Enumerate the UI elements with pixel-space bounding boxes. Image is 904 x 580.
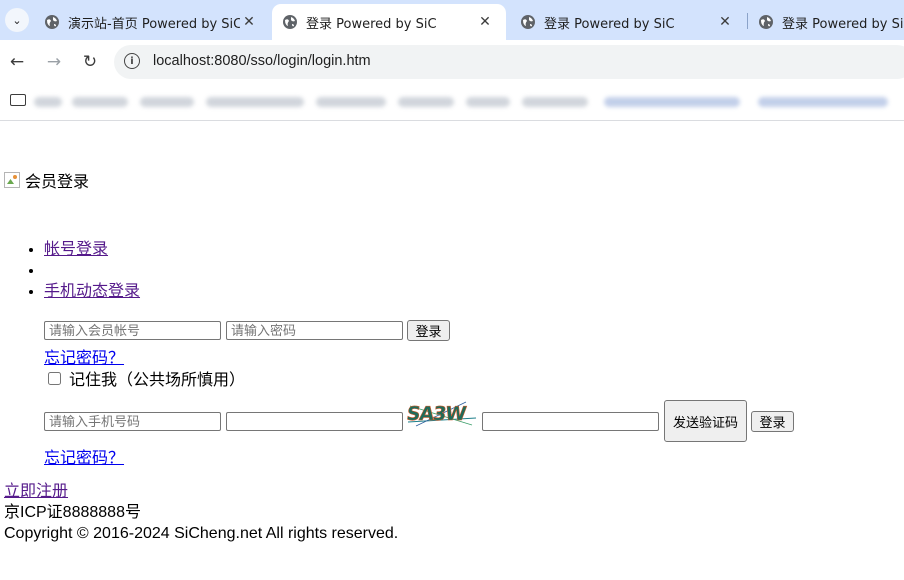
reload-button[interactable]: ↻ <box>78 50 102 74</box>
close-icon[interactable]: ✕ <box>240 14 258 30</box>
url-text: localhost:8080/sso/login/login.htm <box>153 53 371 69</box>
arrow-right-icon: → <box>46 52 62 72</box>
remember-me[interactable]: 记住我（公共场所慎用） <box>48 366 245 390</box>
tab-title: 登录 Powered by SiC <box>782 16 904 32</box>
browser-toolbar: ← → ↻ i localhost:8080/sso/login/login.h… <box>0 40 904 84</box>
copyright-text: Copyright © 2016-2024 SiCheng.net All ri… <box>4 525 399 542</box>
tab-title: 登录 Powered by SiC <box>544 16 675 32</box>
tab-strip: ⌄ 演示站-首页 Powered by SiC ✕ 登录 Powered by … <box>0 0 904 40</box>
tab-item: 手机动态登录 <box>44 281 140 302</box>
tab-home[interactable]: 演示站-首页 Powered by SiC ✕ <box>34 4 270 40</box>
bookmark-item[interactable] <box>466 97 510 107</box>
bookmark-item[interactable] <box>316 97 386 107</box>
phone-input[interactable] <box>44 412 221 431</box>
captcha-image[interactable]: SA3W <box>406 398 478 428</box>
remember-checkbox[interactable] <box>48 371 61 385</box>
page-title: 会员登录 <box>25 174 90 191</box>
bookmark-item[interactable] <box>398 97 454 107</box>
tab-search-button[interactable]: ⌄ <box>5 8 29 32</box>
captcha-text: SA3W <box>406 402 468 425</box>
register-link[interactable]: 立即注册 <box>4 483 68 500</box>
bookmark-item[interactable] <box>34 97 62 107</box>
forgot-password-link[interactable]: 忘记密码？ <box>44 444 124 468</box>
bookmark-item[interactable] <box>140 97 194 107</box>
tab-item: 帐号登录 <box>44 239 140 260</box>
globe-icon <box>521 15 535 29</box>
captcha-input[interactable] <box>226 412 403 431</box>
page-content: 会员登录 帐号登录 手机动态登录 登录 忘记密码？ 记住我（公共场所慎用） SA… <box>0 121 904 580</box>
bookmark-item[interactable] <box>604 97 740 107</box>
tab-title: 登录 Powered by SiC <box>306 16 437 32</box>
address-bar[interactable]: i localhost:8080/sso/login/login.htm <box>114 45 904 79</box>
tab-account-login[interactable]: 帐号登录 <box>44 241 108 258</box>
arrow-left-icon: ← <box>9 52 25 72</box>
account-login-button[interactable]: 登录 <box>407 320 450 341</box>
tab-title: 演示站-首页 Powered by SiC <box>68 16 240 32</box>
tab-login[interactable]: 登录 Powered by SiC ✕ <box>510 4 746 40</box>
remember-label: 记住我（公共场所慎用） <box>69 372 246 389</box>
send-code-button[interactable]: 发送验证码 <box>664 400 747 442</box>
globe-icon <box>759 15 773 29</box>
account-input[interactable] <box>44 321 221 340</box>
login-tabs: 帐号登录 手机动态登录 <box>0 239 140 302</box>
page-header: 会员登录 <box>4 168 89 192</box>
reload-icon: ↻ <box>82 52 98 72</box>
sms-code-input[interactable] <box>482 412 659 431</box>
folder-icon[interactable] <box>10 94 26 106</box>
bookmark-item[interactable] <box>758 97 888 107</box>
icp-text: 京ICP证8888888号 <box>4 504 141 521</box>
tab-login-active[interactable]: 登录 Powered by SiC ✕ <box>272 4 506 40</box>
tab-item-empty <box>44 260 140 281</box>
bookmark-item[interactable] <box>522 97 588 107</box>
back-button[interactable]: ← <box>5 50 29 74</box>
broken-image-icon <box>4 172 20 188</box>
bookmark-item[interactable] <box>206 97 304 107</box>
chevron-down-icon: ⌄ <box>12 13 22 27</box>
close-icon[interactable]: ✕ <box>476 14 494 30</box>
tab-phone-login[interactable]: 手机动态登录 <box>44 283 140 300</box>
bookmarks-bar <box>0 84 904 121</box>
phone-login-button[interactable]: 登录 <box>751 411 794 432</box>
close-icon[interactable]: ✕ <box>716 14 734 30</box>
globe-icon <box>45 15 59 29</box>
info-icon[interactable]: i <box>124 53 140 69</box>
bookmark-item[interactable] <box>72 97 128 107</box>
password-input[interactable] <box>226 321 403 340</box>
globe-icon <box>283 15 297 29</box>
forward-button[interactable]: → <box>42 50 66 74</box>
forgot-password-link[interactable]: 忘记密码？ <box>44 344 124 368</box>
tab-login[interactable]: 登录 Powered by SiC <box>748 4 904 40</box>
footer: 立即注册 京ICP证8888888号 Copyright © 2016-2024… <box>4 481 398 544</box>
